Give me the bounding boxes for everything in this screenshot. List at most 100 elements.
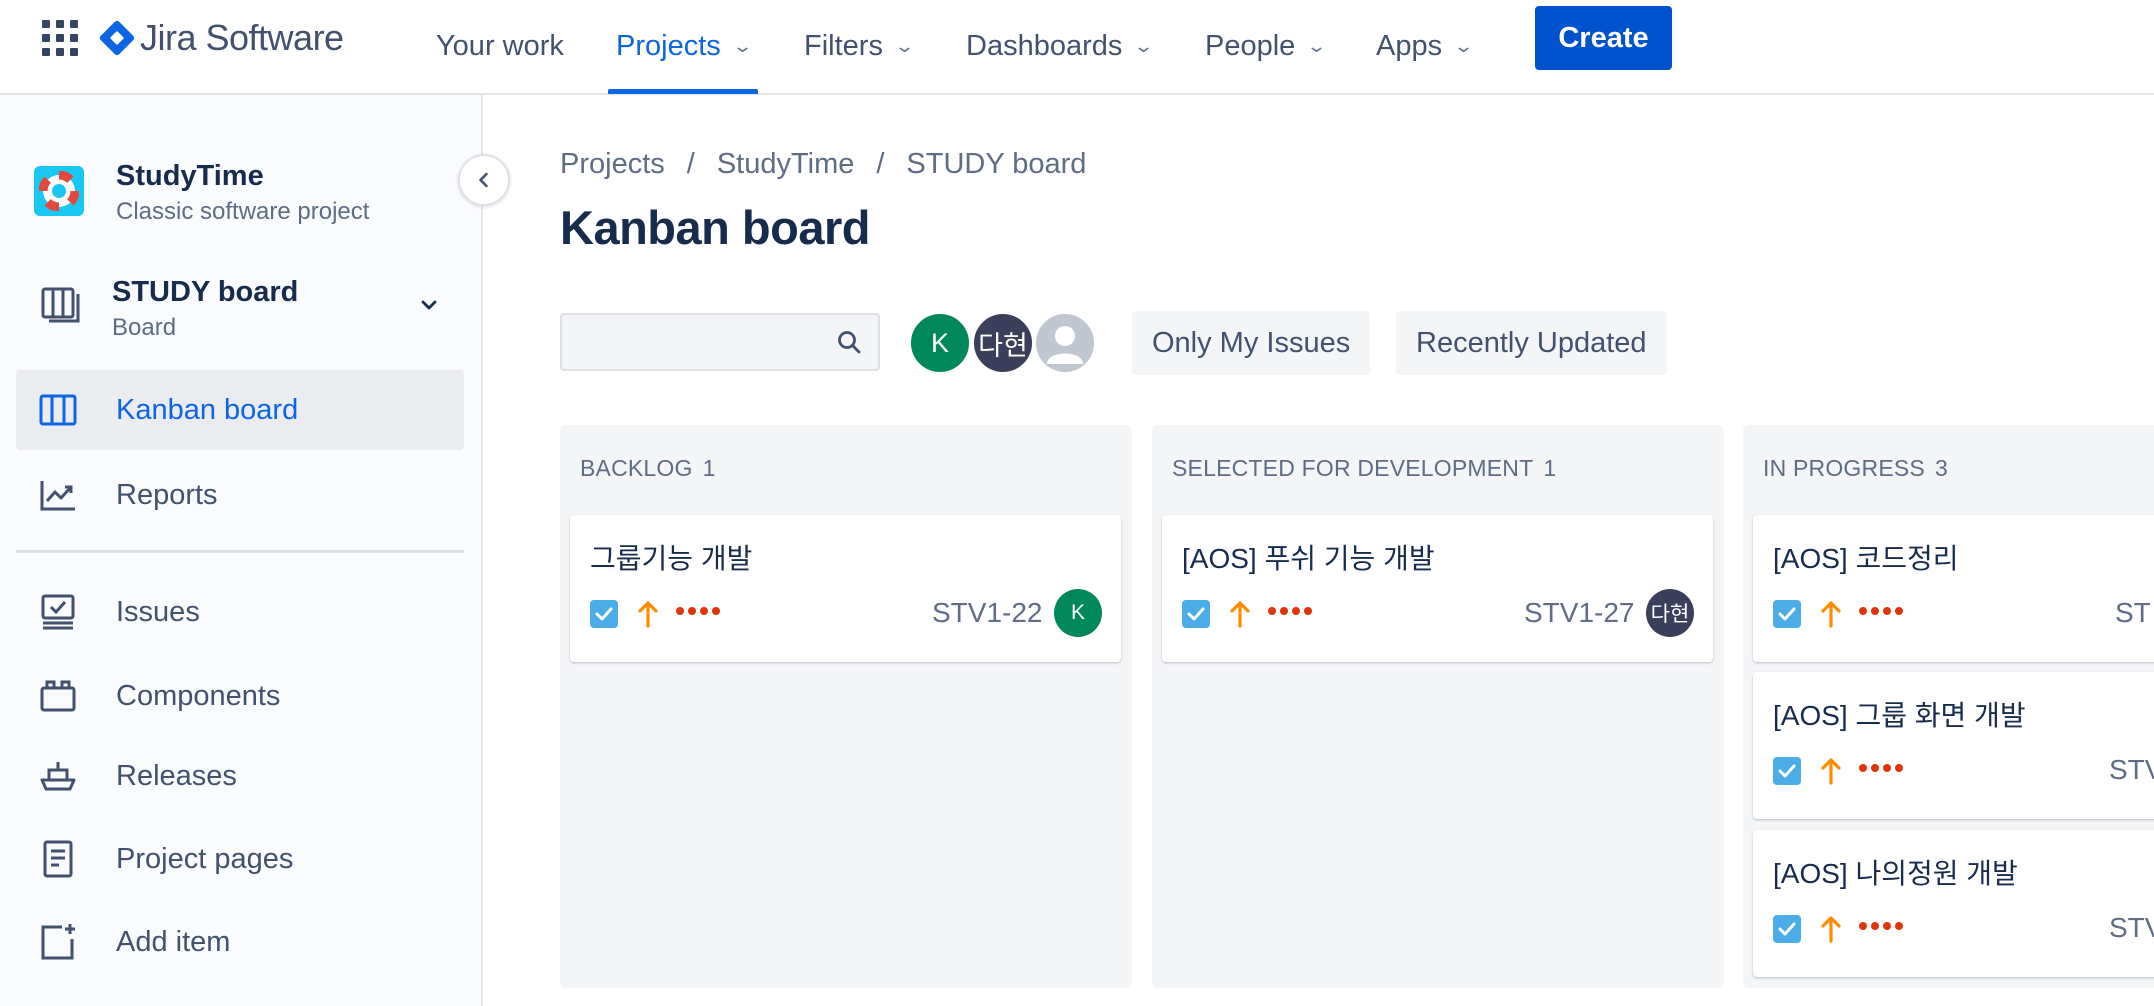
chevron-down-icon: ⌄ xyxy=(1133,36,1155,56)
avatar-filter-k[interactable]: K xyxy=(908,311,972,375)
issue-summary: [AOS] 그룹 화면 개발 xyxy=(1773,700,2026,731)
breadcrumb-separator: / xyxy=(686,148,695,180)
chevron-down-icon: ⌄ xyxy=(731,36,753,56)
breadcrumb-studytime[interactable]: StudyTime xyxy=(717,148,855,181)
sidebar-item-add-item[interactable]: Add item xyxy=(16,902,464,982)
nav-your-work[interactable]: Your work xyxy=(436,0,564,93)
nav-projects[interactable]: Projects ⌄ xyxy=(608,0,758,94)
board-icon xyxy=(41,287,80,323)
nav-dashboards-label: Dashboards xyxy=(966,30,1123,62)
breadcrumb-study-board[interactable]: STUDY board xyxy=(906,148,1086,181)
issue-summary: 그룹기능 개발 xyxy=(590,543,753,574)
column-header: BACKLOG 1 xyxy=(580,455,716,482)
column-title: BACKLOG xyxy=(580,455,693,481)
sidebar-item-label: Releases xyxy=(116,759,237,792)
task-checkbox-icon xyxy=(1773,757,1801,785)
jira-diamond-icon xyxy=(98,19,136,57)
avatar-initials: K xyxy=(930,327,949,358)
nav-filters[interactable]: Filters ⌄ xyxy=(804,0,915,93)
nav-your-work-label: Your work xyxy=(436,30,564,62)
product-name: Jira Software xyxy=(140,17,344,58)
releases-ship-icon xyxy=(40,762,76,791)
sidebar-item-components[interactable]: Components xyxy=(16,656,464,736)
recently-updated-filter[interactable]: Recently Updated xyxy=(1396,311,1667,375)
sidebar-divider xyxy=(16,550,464,553)
issue-card[interactable]: [AOS] 푸쉬 기능 개발 STV1-27 다현 xyxy=(1162,515,1713,662)
nav-people[interactable]: People ⌄ xyxy=(1205,0,1327,93)
chevron-down-icon: ⌄ xyxy=(1453,36,1475,56)
collapse-sidebar-button[interactable] xyxy=(458,154,510,206)
issue-summary: [AOS] 코드정리 xyxy=(1773,543,1959,574)
project-name[interactable]: StudyTime xyxy=(116,160,264,193)
issue-card[interactable]: 그룹기능 개발 STV1-22 K xyxy=(570,515,1121,662)
sidebar-item-label: Project pages xyxy=(116,842,294,875)
search-icon[interactable] xyxy=(836,329,862,355)
board-column-selected-for-development: SELECTED FOR DEVELOPMENT 1 [AOS] 푸쉬 기능 개발… xyxy=(1152,425,1724,988)
issue-key[interactable]: STV xyxy=(2109,754,2154,786)
nav-apps[interactable]: Apps ⌄ xyxy=(1376,0,1475,93)
column-count: 1 xyxy=(1543,455,1557,481)
issue-card[interactable]: [AOS] 그룹 화면 개발 STV xyxy=(1753,672,2154,819)
task-checkbox-icon xyxy=(1773,915,1801,943)
board-column-backlog: BACKLOG 1 그룹기능 개발 STV1-22 K xyxy=(560,425,1132,988)
jira-logo[interactable]: Jira Software xyxy=(98,14,344,62)
sidebar-item-issues[interactable]: Issues xyxy=(16,572,464,652)
story-points-dots xyxy=(1268,607,1312,615)
avatar-filter-dahyun[interactable]: 다현 xyxy=(971,311,1035,375)
column-header: IN PROGRESS 3 xyxy=(1763,455,1948,482)
nav-projects-label: Projects xyxy=(616,30,721,62)
nav-people-label: People xyxy=(1205,30,1296,62)
story-points-dots xyxy=(1859,922,1903,930)
issue-card[interactable]: [AOS] 코드정리 ST xyxy=(1753,515,2154,662)
sidebar-item-label: Reports xyxy=(116,478,218,511)
only-my-issues-filter[interactable]: Only My Issues xyxy=(1132,311,1371,375)
avatar-initials: 다현 xyxy=(1650,603,1690,626)
sidebar-item-kanban-board[interactable]: Kanban board xyxy=(16,370,464,450)
sidebar-item-reports[interactable]: Reports xyxy=(16,455,464,535)
column-count: 1 xyxy=(702,455,716,481)
create-button[interactable]: Create xyxy=(1535,6,1672,70)
project-pages-icon xyxy=(43,840,73,878)
priority-high-arrow-icon xyxy=(638,601,658,628)
chevron-down-icon xyxy=(421,300,437,310)
issue-key[interactable]: ST xyxy=(2115,597,2151,629)
avatar-initials: K xyxy=(1070,601,1085,624)
priority-high-arrow-icon xyxy=(1821,916,1841,943)
priority-high-arrow-icon xyxy=(1821,601,1841,628)
nav-dashboards[interactable]: Dashboards ⌄ xyxy=(966,0,1155,93)
top-navigation: Jira Software Your work Projects ⌄ Filte… xyxy=(0,0,2154,95)
column-header: SELECTED FOR DEVELOPMENT 1 xyxy=(1172,455,1556,482)
story-points-dots xyxy=(1859,607,1903,615)
avatar-filter-unassigned[interactable] xyxy=(1033,311,1097,375)
board-name: STUDY board xyxy=(112,276,299,308)
breadcrumb-projects[interactable]: Projects xyxy=(560,148,665,181)
task-checkbox-icon xyxy=(1182,600,1210,628)
sidebar-item-releases[interactable]: Releases xyxy=(16,736,464,816)
board-switcher[interactable]: STUDY board Board xyxy=(34,272,454,344)
issue-key[interactable]: STV1-27 xyxy=(1524,597,1635,629)
column-title: IN PROGRESS xyxy=(1763,455,1925,481)
app-switcher-grid-icon[interactable] xyxy=(42,20,78,56)
issue-summary: [AOS] 나의정원 개발 xyxy=(1773,858,2018,889)
search-input[interactable] xyxy=(562,315,832,369)
board-column-in-progress: IN PROGRESS 3 [AOS] 코드정리 ST [AOS] 그룹 화면 개… xyxy=(1743,425,2154,988)
issue-key[interactable]: STV1-22 xyxy=(932,597,1043,629)
sidebar-item-label: Issues xyxy=(116,595,200,628)
assignee-avatar[interactable]: 다현 xyxy=(1646,589,1694,637)
column-count: 3 xyxy=(1934,455,1948,481)
components-icon xyxy=(40,680,76,712)
nav-filters-label: Filters xyxy=(804,30,883,62)
issue-card[interactable]: [AOS] 나의정원 개발 STV xyxy=(1753,830,2154,977)
reports-chart-icon xyxy=(40,481,75,511)
task-checkbox-icon xyxy=(1773,600,1801,628)
sidebar-item-project-pages[interactable]: Project pages xyxy=(16,819,464,899)
column-title: SELECTED FOR DEVELOPMENT xyxy=(1172,455,1534,481)
project-avatar[interactable] xyxy=(34,166,84,216)
assignee-avatar[interactable]: K xyxy=(1054,589,1102,637)
issue-key[interactable]: STV xyxy=(2109,912,2154,944)
project-type: Classic software project xyxy=(116,198,370,225)
board-columns-icon xyxy=(39,394,77,426)
task-checkbox-icon xyxy=(590,600,618,628)
story-points-dots xyxy=(1859,764,1903,772)
sidebar-item-label: Kanban board xyxy=(116,393,299,426)
